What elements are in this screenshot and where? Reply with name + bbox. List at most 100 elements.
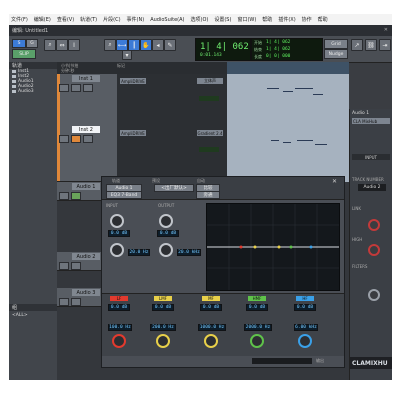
mute-button[interactable]	[83, 84, 93, 92]
plugin-preset-selector[interactable]: <出厂默认>	[154, 184, 194, 192]
insert-slot[interactable]: AmpliDRIVE	[120, 130, 146, 136]
link-icon[interactable]: ⛓	[365, 39, 377, 51]
hmf-freq-value[interactable]: 2000.0 Hz	[244, 324, 272, 331]
track-playlist-area[interactable]	[227, 74, 349, 182]
ruler-selection[interactable]	[227, 62, 349, 74]
scrubber-tool-icon[interactable]: ◂	[152, 39, 164, 51]
menu-track[interactable]: 轨道(T)	[80, 16, 97, 23]
plugin-name-selector[interactable]: EQ3 7-Band	[106, 191, 142, 199]
output-gain-value[interactable]: 0.0 dB	[157, 230, 179, 237]
menu-options[interactable]: 选项(O)	[191, 16, 209, 23]
grabber-tool-icon[interactable]: ✋	[140, 39, 152, 51]
mixhub-low-knob[interactable]	[368, 244, 380, 256]
menu-view[interactable]: 查看(V)	[57, 16, 74, 23]
spot-mode-button[interactable]: G	[26, 39, 38, 48]
cursor-icon[interactable]: ↗	[351, 39, 363, 51]
solo-button[interactable]	[71, 192, 81, 200]
hpf-freq-knob[interactable]	[110, 243, 124, 257]
nudge-button[interactable]: Nudge	[324, 49, 348, 59]
lmf-gain-value[interactable]: 0.0 dB	[152, 304, 174, 311]
menu-setup[interactable]: 设置(S)	[214, 16, 231, 23]
solo-button[interactable]	[71, 262, 81, 270]
volume-display[interactable]	[199, 147, 219, 152]
menu-clip[interactable]: 片段(C)	[103, 16, 120, 23]
zoom-icon[interactable]: ⌕	[44, 39, 56, 51]
end-value[interactable]: 1| 4| 062	[266, 47, 290, 52]
solo-button[interactable]	[71, 84, 81, 92]
track-name[interactable]: Inst 2	[72, 126, 100, 133]
menu-help2[interactable]: 帮助	[318, 16, 328, 23]
hf-freq-value[interactable]: 6.00 kHz	[294, 324, 318, 331]
lf-freq-value[interactable]: 100.0 Hz	[108, 324, 132, 331]
output-selector[interactable]: 立体声	[197, 78, 223, 84]
midi-region[interactable]	[227, 130, 349, 182]
menu-collab[interactable]: 协作	[302, 16, 312, 23]
track-name[interactable]: Audio 2	[72, 253, 100, 260]
selector-icon[interactable]: I	[68, 39, 80, 51]
output-selector[interactable]: Gradient 2.4	[197, 130, 223, 136]
menu-help[interactable]: 帮助	[262, 16, 272, 23]
plugin-bypass-button[interactable]: 旁通	[196, 191, 220, 199]
record-button[interactable]	[59, 192, 69, 200]
smart-tool-icon[interactable]: ▾	[122, 50, 132, 60]
lpf-freq-knob[interactable]	[159, 243, 173, 257]
timeline-ruler[interactable]: 小节|节拍 分钟:秒 标记	[57, 62, 349, 74]
pencil-tool-icon[interactable]: ✎	[164, 39, 176, 51]
record-button[interactable]	[59, 262, 69, 270]
input-gain-value[interactable]: 0.0 dB	[108, 230, 130, 237]
menu-plugins[interactable]: 插件(X)	[278, 16, 295, 23]
solo-button[interactable]	[71, 298, 81, 306]
close-icon[interactable]: ✕	[384, 27, 388, 33]
mixhub-filter-knob[interactable]	[368, 289, 380, 301]
menu-edit[interactable]: 编辑(E)	[34, 16, 51, 23]
mixhub-plugin-selector[interactable]: CLA MixHub	[352, 118, 390, 124]
lf-gain-value[interactable]: 0.0 dB	[108, 304, 130, 311]
record-button[interactable]	[59, 135, 69, 143]
menu-audiosuite[interactable]: AudioSuite(A)	[150, 17, 184, 23]
slip-mode-button[interactable]: SLIP	[12, 49, 36, 59]
trim-icon[interactable]: ⇔	[56, 39, 68, 51]
close-icon[interactable]: ✕	[332, 178, 337, 185]
record-button[interactable]	[59, 84, 69, 92]
lmf-freq-value[interactable]: 200.0 Hz	[150, 324, 176, 331]
main-counter[interactable]: 1| 4| 062 0:01.143	[195, 38, 251, 61]
start-value[interactable]: 1| 4| 062	[266, 40, 290, 45]
hmf-gain-value[interactable]: 0.0 dB	[246, 304, 268, 311]
mixhub-high-knob[interactable]	[368, 219, 380, 231]
input-gain-knob[interactable]	[110, 214, 124, 228]
menu-window[interactable]: 窗口(W)	[237, 16, 256, 23]
output-gain-knob[interactable]	[159, 214, 173, 228]
lf-gain-knob[interactable]	[112, 334, 126, 348]
mixhub-track-number[interactable]: Audio 2	[358, 184, 386, 191]
hf-gain-knob[interactable]	[298, 334, 312, 348]
mixhub-input-button[interactable]: INPUT	[352, 154, 390, 160]
menu-event[interactable]: 事件(N)	[127, 16, 145, 23]
track-name[interactable]: Audio 3	[72, 289, 100, 296]
scroll-icon[interactable]: ⇥	[379, 39, 391, 51]
hpf-freq-value[interactable]: 20.0 Hz	[128, 249, 150, 256]
track-header-inst1[interactable]: Inst 1	[57, 74, 117, 126]
track-header-inst2[interactable]: Inst 2	[57, 125, 117, 182]
lmf-q-knob[interactable]	[156, 334, 170, 348]
group-item[interactable]: <ALL>	[12, 313, 28, 318]
solo-button[interactable]	[71, 135, 81, 143]
lpf-freq-value[interactable]: 20.0 kHz	[177, 249, 201, 256]
track-list-item[interactable]: Audio3	[9, 89, 57, 94]
volume-display[interactable]	[199, 96, 219, 101]
track-name[interactable]: Inst 1	[72, 75, 100, 82]
midi-region[interactable]	[227, 74, 349, 130]
insert-slot[interactable]: AmpliDRIVE	[120, 78, 146, 84]
mute-button[interactable]	[83, 135, 93, 143]
shuffle-mode-button[interactable]: S	[12, 39, 26, 48]
hmf-q-knob[interactable]	[250, 334, 264, 348]
mf-gain-value[interactable]: 0.0 dB	[200, 304, 222, 311]
mf-freq-value[interactable]: 1000.0 Hz	[198, 324, 226, 331]
record-button[interactable]	[59, 298, 69, 306]
length-value[interactable]: 0| 0| 000	[266, 54, 290, 59]
eq-frequency-graph[interactable]	[206, 203, 340, 291]
grid-button[interactable]: Grid	[324, 39, 348, 49]
mf-q-knob[interactable]	[204, 334, 218, 348]
hf-gain-value[interactable]: 0.0 dB	[294, 304, 316, 311]
menu-file[interactable]: 文件(F)	[11, 16, 28, 23]
zoomer-tool-icon[interactable]: ⌕	[104, 39, 116, 51]
